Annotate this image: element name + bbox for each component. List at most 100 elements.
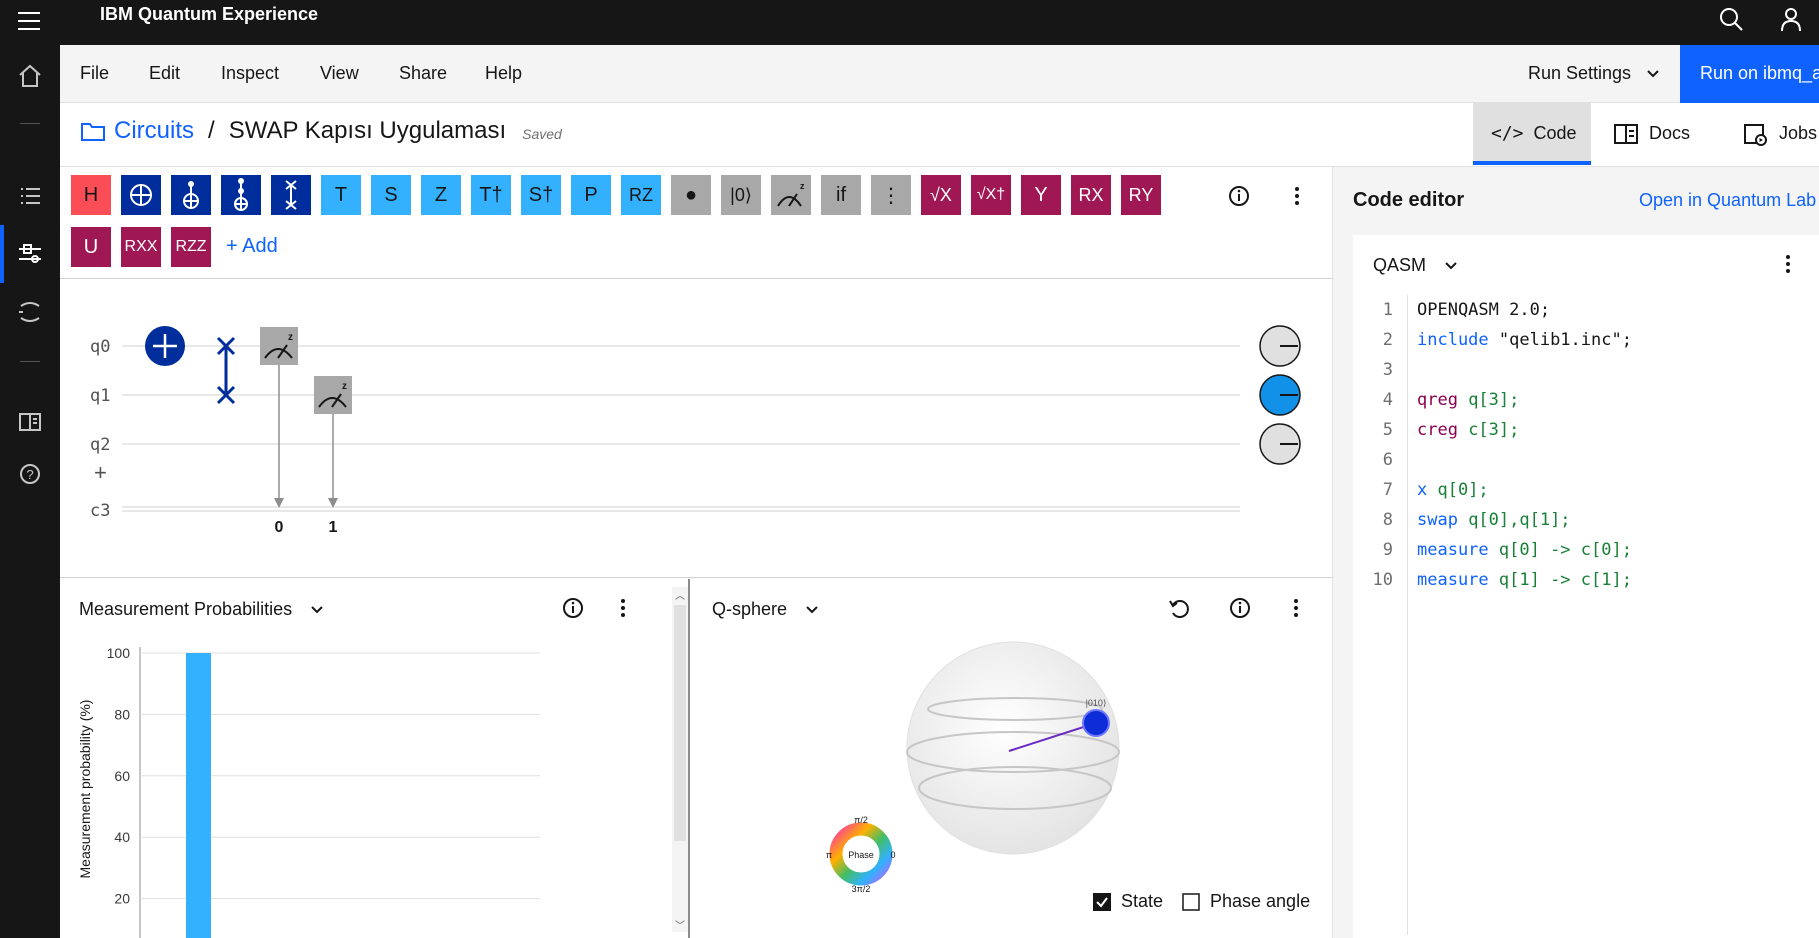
tab-jobs[interactable]: Jobs <box>1725 103 1819 165</box>
gate-h[interactable]: H <box>71 175 111 215</box>
info-icon[interactable] <box>1225 593 1255 623</box>
gate-sxdg[interactable]: √X† <box>971 175 1011 215</box>
code-line[interactable]: 9 measure q[0] -> c[0]; <box>1353 535 1819 565</box>
menu-inspect[interactable]: Inspect <box>221 63 279 84</box>
gate-swap[interactable] <box>271 175 311 215</box>
code-editor-panel: Code editor Open in Quantum Lab QASM 1 OP… <box>1332 167 1819 938</box>
menu-view[interactable]: View <box>320 63 359 84</box>
gate-not[interactable] <box>121 175 161 215</box>
measure-gate-q1: z <box>314 376 352 508</box>
gate-rzz[interactable]: RZZ <box>171 227 211 267</box>
open-in-quantum-lab-link[interactable]: Open in Quantum Lab <box>1639 190 1816 211</box>
gate-sdg[interactable]: S† <box>521 175 561 215</box>
gate-rxx[interactable]: RXX <box>121 227 161 267</box>
home-icon[interactable] <box>15 61 45 91</box>
gate-toffoli[interactable] <box>221 175 261 215</box>
app-title[interactable]: IBM Quantum Experience <box>100 4 318 25</box>
overflow-menu-icon[interactable] <box>608 593 638 623</box>
list-icon[interactable] <box>15 181 45 211</box>
code-line[interactable]: 8 swap q[0],q[1]; <box>1353 505 1819 535</box>
gate-s[interactable]: S <box>371 175 411 215</box>
search-icon[interactable] <box>1716 4 1746 34</box>
menu-share[interactable]: Share <box>399 63 447 84</box>
reset-icon[interactable] <box>1164 593 1194 623</box>
code-line[interactable]: 3 <box>1353 355 1819 385</box>
checkbox-unchecked-icon[interactable] <box>1182 892 1200 911</box>
y-tick-label: 100 <box>107 645 131 661</box>
scrollbar-thumb[interactable] <box>674 605 686 841</box>
top-bar: IBM Quantum Experience <box>0 0 1819 45</box>
circuit-canvas[interactable]: q0 q1 q2 + c3 z z 0 1 <box>60 280 1332 578</box>
folder-icon <box>81 123 105 141</box>
info-icon[interactable] <box>558 593 588 623</box>
docs-icon[interactable] <box>15 407 45 437</box>
scroll-up-icon[interactable]: ︿ <box>675 587 685 602</box>
help-icon[interactable]: ? <box>15 459 45 489</box>
gate-control[interactable]: ● <box>671 175 711 215</box>
menu-help[interactable]: Help <box>485 63 522 84</box>
code-line[interactable]: 1 OPENQASM 2.0; <box>1353 295 1819 325</box>
gate-cnot[interactable] <box>171 175 211 215</box>
probability-chart: Measurement probability (%) 100 80 60 40 20 <box>77 645 540 938</box>
line-number: 5 <box>1382 420 1393 440</box>
gate-reset[interactable]: |0⟩ <box>721 175 761 215</box>
q-sphere-panel: Q-sphere |010⟩ Phase π/2 π 0 3π/2 State … <box>693 579 1332 938</box>
code-text: qreg q[3]; <box>1417 390 1520 410</box>
code-line[interactable]: 5 creg c[3]; <box>1353 415 1819 445</box>
hamburger-menu-icon[interactable] <box>18 12 40 30</box>
measurement-panel-header[interactable]: Measurement Probabilities <box>79 599 324 620</box>
code-icon: </> <box>1491 123 1524 144</box>
code-line[interactable]: 2 include "qelib1.inc"; <box>1353 325 1819 355</box>
q-sphere-header[interactable]: Q-sphere <box>712 599 819 620</box>
info-icon[interactable] <box>1224 181 1254 211</box>
gate-rx[interactable]: RX <box>1071 175 1111 215</box>
gate-z[interactable]: Z <box>421 175 461 215</box>
scroll-down-icon[interactable]: ﹀ <box>675 917 685 932</box>
scrollbar[interactable]: ︿ ﹀ <box>672 587 688 932</box>
lab-icon[interactable] <box>15 297 45 327</box>
checkbox-checked-icon[interactable] <box>1093 892 1111 911</box>
gate-y[interactable]: Y <box>1021 175 1061 215</box>
gate-p[interactable]: P <box>571 175 611 215</box>
probability-bar[interactable] <box>186 653 211 938</box>
code-lines[interactable]: 1 OPENQASM 2.0; 2 include "qelib1.inc"; 3 4 qr… <box>1353 295 1819 595</box>
gate-tdg[interactable]: T† <box>471 175 511 215</box>
breadcrumb-circuits-link[interactable]: Circuits <box>114 117 194 145</box>
gate-measure[interactable]: z <box>771 175 811 215</box>
overflow-menu-icon[interactable] <box>1282 181 1312 211</box>
code-line[interactable]: 7 x q[0]; <box>1353 475 1819 505</box>
code-line[interactable]: 10 measure q[1] -> c[1]; <box>1353 565 1819 595</box>
line-number: 10 <box>1372 570 1393 590</box>
gate-t[interactable]: T <box>321 175 361 215</box>
menu-edit[interactable]: Edit <box>149 63 180 84</box>
code-line[interactable]: 4 qreg q[3]; <box>1353 385 1819 415</box>
tab-docs[interactable]: Docs <box>1595 103 1705 165</box>
menu-file[interactable]: File <box>80 63 109 84</box>
code-editor[interactable]: QASM 1 OPENQASM 2.0; 2 include "qelib1.inc"… <box>1353 235 1819 938</box>
user-icon[interactable] <box>1776 4 1806 34</box>
gate-sx[interactable]: √X <box>921 175 961 215</box>
gate-if[interactable]: if <box>821 175 861 215</box>
circuit-composer-icon[interactable] <box>15 239 45 269</box>
line-number: 8 <box>1382 510 1393 530</box>
run-button[interactable]: Run on ibmq_armonk <box>1680 45 1819 103</box>
phase-center-label: Phase <box>848 850 874 860</box>
overflow-menu-icon[interactable] <box>1773 249 1803 279</box>
phase-angle-checkbox[interactable]: Phase angle <box>1182 891 1310 912</box>
gate-ry[interactable]: RY <box>1121 175 1161 215</box>
svg-text:z: z <box>800 181 805 191</box>
code-text: measure q[1] -> c[1]; <box>1417 570 1632 590</box>
circuit-name[interactable]: SWAP Kapısı Uygulaması <box>229 117 506 145</box>
qubit-state-indicator-q0 <box>1259 325 1301 367</box>
tab-code[interactable]: </> Code <box>1473 103 1591 165</box>
state-checkbox[interactable]: State <box>1093 891 1163 912</box>
gate-u[interactable]: U <box>71 227 111 267</box>
add-gate-link[interactable]: + Add <box>226 235 278 258</box>
code-line[interactable]: 6 <box>1353 445 1819 475</box>
gate-barrier[interactable]: ⋮ <box>871 175 911 215</box>
overflow-menu-icon[interactable] <box>1281 593 1311 623</box>
language-dropdown[interactable]: QASM <box>1373 255 1458 276</box>
y-tick-label: 60 <box>114 768 130 784</box>
run-settings-dropdown[interactable]: Run Settings <box>1528 63 1660 84</box>
gate-rz[interactable]: RZ <box>621 175 661 215</box>
